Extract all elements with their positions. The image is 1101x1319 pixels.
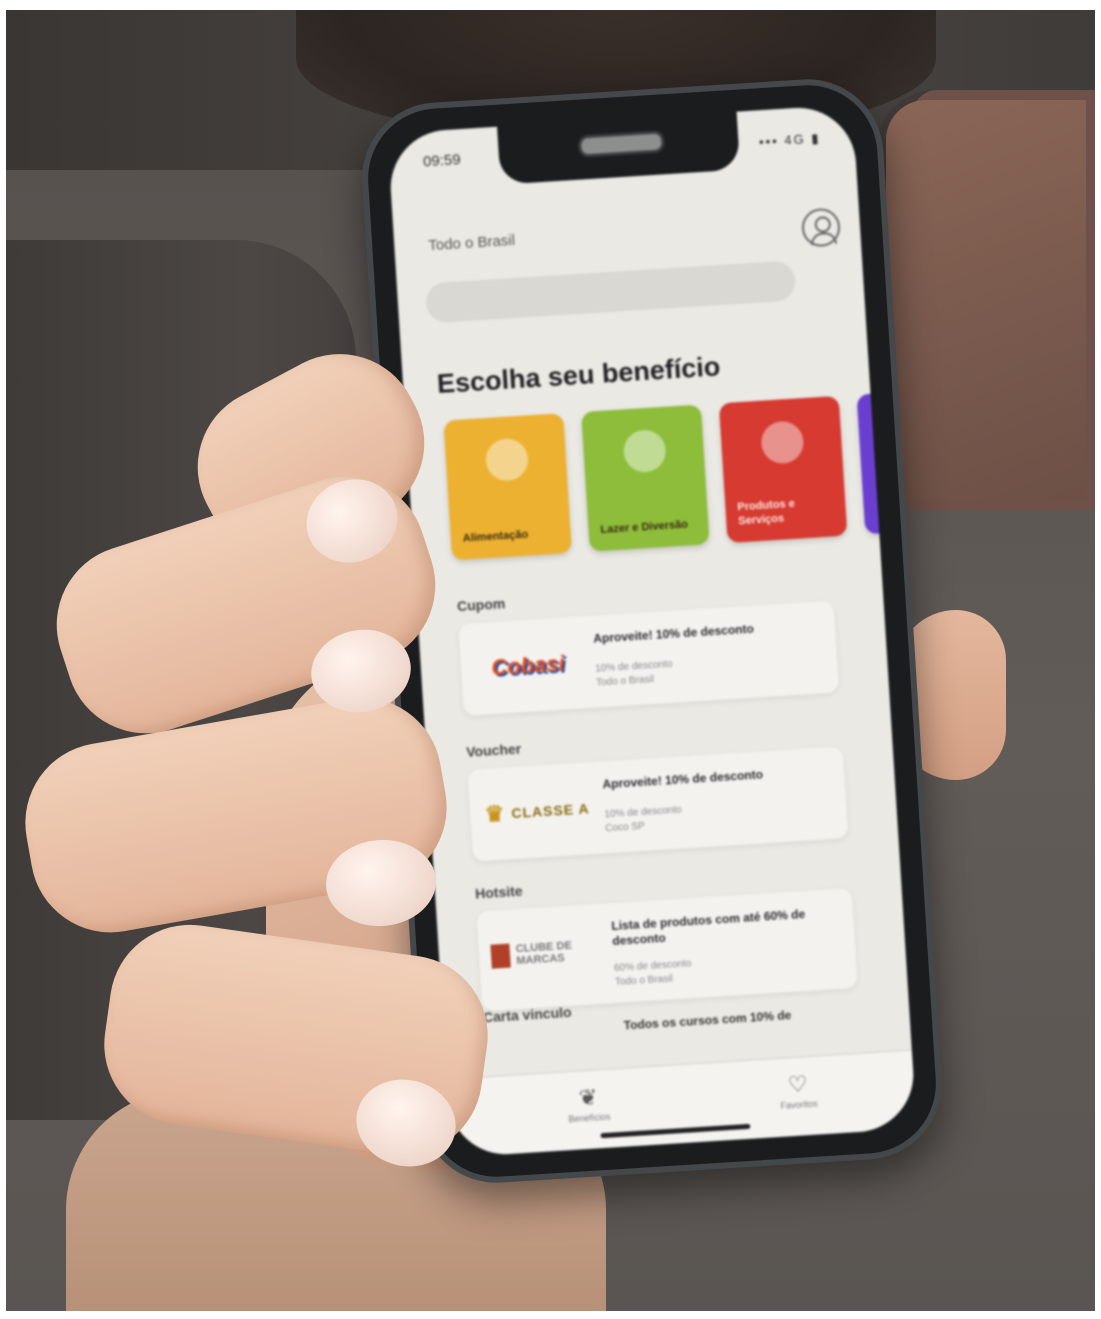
category-label: Lazer e Diversão [600,518,689,537]
earpiece-speaker [577,130,665,158]
offer-card-cupom[interactable]: Cobasi Aproveite! 10% de desconto 10% de… [458,600,840,716]
offer-region: Todo o Brasil [614,973,674,989]
neck [886,100,1086,500]
offer-title: Aproveite! 10% de desconto [592,621,755,646]
category-label: Alimentação [462,528,529,545]
tab-favoritos[interactable]: ♡ Favoritos [747,1069,849,1113]
leaf-icon: ❦ [578,1084,599,1111]
offer-card-voucher[interactable]: CLASSE A Aproveite! 10% de desconto 10% … [467,746,849,862]
partner-logo: CLUBE DE MARCAS [489,922,602,985]
section-title-cupom: Cupom [456,595,506,615]
category-alimentacao[interactable]: Alimentação [443,413,572,561]
category-next-partial[interactable] [856,392,896,535]
category-label: Produtos e Serviços [737,497,796,528]
status-time: 09:59 [422,151,462,171]
offer-region: Todo o Brasil [595,673,655,689]
category-carousel[interactable]: Alimentação Lazer e Diversão Produtos e … [443,388,916,570]
tab-beneficios[interactable]: ❦ Benefícios [537,1082,639,1126]
offer-discount: 10% de desconto [594,658,673,675]
offer-discount: 10% de desconto [604,804,682,821]
phone-notch [496,109,741,185]
profile-icon[interactable] [800,207,842,248]
offer-discount: 60% de desconto [613,958,692,975]
category-lazer[interactable]: Lazer e Diversão [581,404,710,552]
offer-teaser[interactable]: Todos os cursos com 10% de [623,1008,791,1033]
category-produtos[interactable]: Produtos e Serviços [718,395,848,544]
offer-card-hotsite[interactable]: CLUBE DE MARCAS Lista de produtos com at… [476,887,858,1012]
offer-title: Lista de produtos com até 60% de descont… [611,906,806,949]
heart-icon: ♡ [787,1071,809,1098]
home-indicator[interactable] [600,1123,751,1139]
partner-logo: CLASSE A [480,780,593,843]
section-title-hotsite: Hotsite [474,882,524,902]
location-selector[interactable]: Todo o Brasil [428,232,516,254]
theater-masks-icon [622,428,667,474]
tab-label: Benefícios [568,1111,611,1125]
offer-title: Aproveite! 10% de desconto [602,767,764,792]
signal-battery-icon: ▪▪▪ 4G ▮ [758,130,821,150]
page-title: Escolha seu benefício [436,351,722,399]
search-input[interactable] [424,260,797,324]
offer-region: Coco SP [604,820,646,835]
section-title-voucher: Voucher [465,740,522,760]
tab-label: Favoritos [780,1098,818,1111]
shopping-icon [760,420,805,465]
partner-logo: Cobasi [490,650,566,681]
bottom-tab-bar: ❦ Benefícios ♡ Favoritos [446,1049,917,1158]
photo-background: 09:59 ▪▪▪ 4G ▮ Todo o Brasil Escolha seu… [6,10,1095,1311]
burger-icon [484,437,530,483]
